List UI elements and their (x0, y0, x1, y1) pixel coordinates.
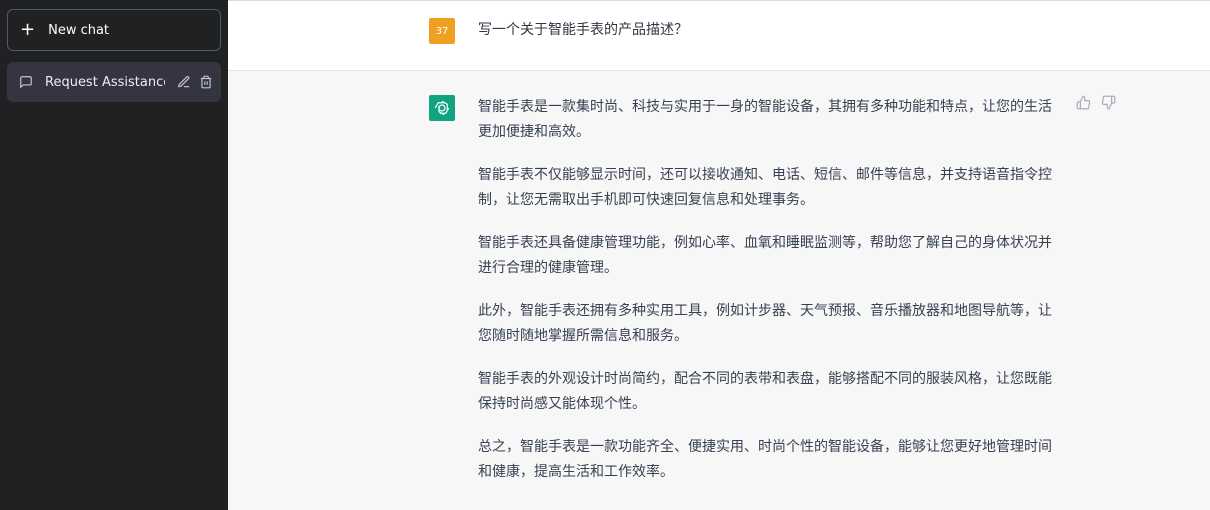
answer-paragraph: 此外，智能手表还拥有多种实用工具，例如计步器、天气预报、音乐播放器和地图导航等，… (478, 303, 1052, 344)
edit-icon[interactable] (177, 75, 191, 89)
conversation-item[interactable]: Request Assistance A (7, 62, 221, 102)
answer-paragraph: 智能手表还具备健康管理功能，例如心率、血氧和睡眠监测等，帮助您了解自己的身体状况… (478, 235, 1052, 276)
answer-paragraph: 智能手表不仅能够显示时间，还可以接收通知、电话、短信、邮件等信息，并支持语音指令… (478, 167, 1052, 208)
thumbs-up-icon[interactable] (1076, 95, 1091, 110)
answer-paragraph: 总之，智能手表是一款功能齐全、便捷实用、时尚个性的智能设备，能够让您更好地管理时… (478, 439, 1052, 480)
new-chat-label: New chat (48, 22, 110, 38)
assistant-message-row: 智能手表是一款集时尚、科技与实用于一身的智能设备，其拥有多种功能和特点，让您的生… (228, 71, 1210, 510)
answer-paragraph: 智能手表的外观设计时尚简约，配合不同的表带和表盘，能够搭配不同的服装风格，让您既… (478, 371, 1052, 412)
trash-icon[interactable] (199, 75, 213, 89)
assistant-message: 智能手表是一款集时尚、科技与实用于一身的智能设备，其拥有多种功能和特点，让您的生… (478, 95, 1060, 503)
user-message: 写一个关于智能手表的产品描述？ (478, 22, 688, 38)
openai-logo-icon (429, 95, 455, 121)
conversation-title: Request Assistance A (45, 74, 165, 90)
user-message-row: 37 写一个关于智能手表的产品描述？ (228, 0, 1210, 71)
user-avatar: 37 (429, 18, 455, 44)
sidebar: + New chat Request Assistance A (0, 0, 228, 510)
new-chat-button[interactable]: + New chat (7, 9, 221, 51)
chat-bubble-icon (20, 76, 32, 89)
thumbs-down-icon[interactable] (1101, 95, 1116, 110)
chat-main: 37 写一个关于智能手表的产品描述？ 智能手表是一款集时尚、科技与实用于一身的智… (228, 0, 1210, 510)
plus-icon: + (20, 19, 36, 40)
feedback-buttons (1076, 95, 1116, 110)
answer-paragraph: 智能手表是一款集时尚、科技与实用于一身的智能设备，其拥有多种功能和特点，让您的生… (478, 99, 1052, 140)
